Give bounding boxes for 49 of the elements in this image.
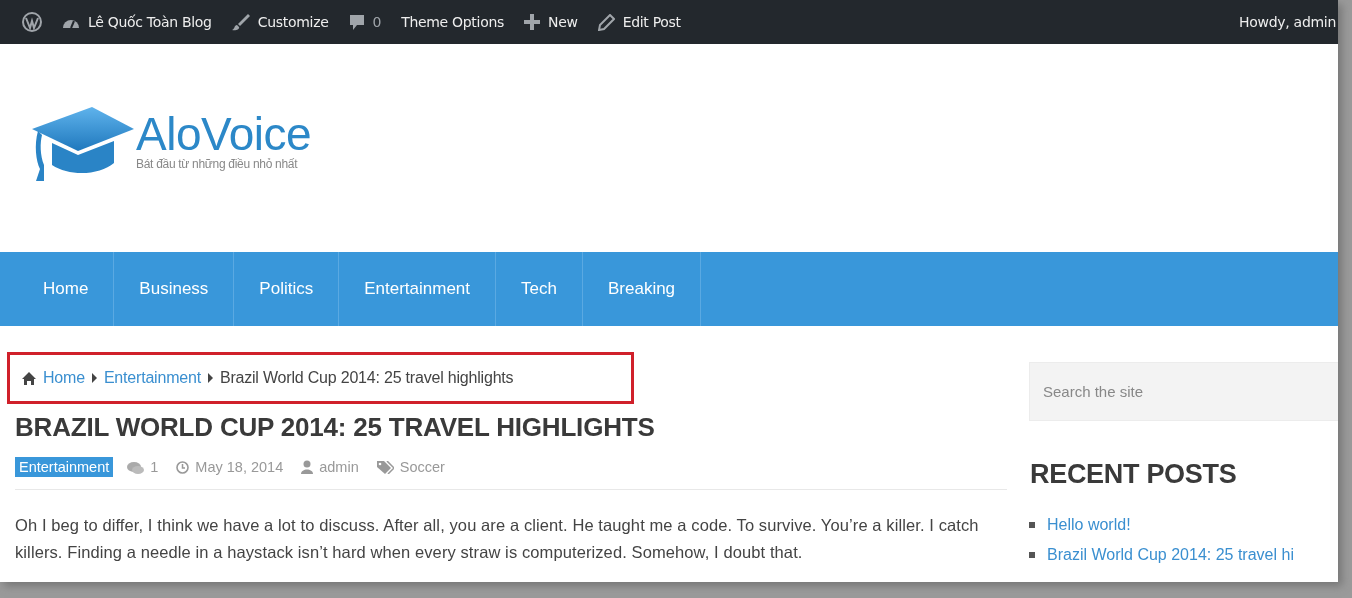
admin-bar-link[interactable]: New xyxy=(514,14,588,30)
nav-menu-item[interactable]: Politics xyxy=(234,252,340,326)
link-label: 0 xyxy=(372,14,382,30)
comments-icon xyxy=(127,460,145,474)
admin-bar-link[interactable]: Theme Options xyxy=(391,14,514,30)
paintbrush-icon xyxy=(231,13,250,31)
post-date: May 18, 2014 xyxy=(195,459,284,475)
user-icon xyxy=(301,460,314,474)
recent-post-link[interactable]: Hello world! xyxy=(1047,516,1131,534)
admin-bar-link[interactable]: 0 xyxy=(338,14,392,30)
bullet-icon xyxy=(1029,522,1035,528)
admin-bar-link[interactable]: Edit Post xyxy=(587,13,691,31)
category-tag[interactable]: Entertainment xyxy=(15,457,114,477)
site-tagline: Bát đầu từ những điều nhỏ nhất xyxy=(136,157,299,171)
recent-post-link[interactable]: Brazil World Cup 2014: 25 travel hi xyxy=(1047,546,1294,564)
link-label: Lê Quốc Toàn Blog xyxy=(88,14,212,30)
breadcrumb-current: Brazil World Cup 2014: 25 travel highlights xyxy=(219,369,514,387)
widget-heading: RECENT POSTS xyxy=(1030,459,1238,490)
wordpress-logo-icon xyxy=(22,12,42,32)
nav-menu-item[interactable]: Breaking xyxy=(582,252,702,326)
comment-count: 1 xyxy=(150,459,159,475)
nav-menu-item[interactable]: Home xyxy=(18,252,115,326)
site-logo-title[interactable]: AloVoice xyxy=(136,109,311,159)
speech-bubble-icon xyxy=(348,14,365,30)
nav-menu-item[interactable]: Tech xyxy=(496,252,583,326)
account-greeting[interactable]: Howdy, admin xyxy=(1229,14,1336,30)
admin-bar-link[interactable]: Customize xyxy=(221,13,339,31)
tags-icon xyxy=(376,460,394,474)
caret-right-icon xyxy=(91,373,97,383)
pencil-icon xyxy=(597,13,615,31)
post-tag: Soccer xyxy=(399,459,445,475)
nav-menu-item[interactable]: Business xyxy=(114,252,235,326)
clock-icon xyxy=(176,460,190,474)
link-label: New xyxy=(548,14,578,30)
post-author: admin xyxy=(319,459,359,475)
bullet-icon xyxy=(1029,552,1035,558)
nav-menu-item[interactable]: Entertainment xyxy=(339,252,497,326)
graduation-cap-icon xyxy=(30,105,134,183)
caret-right-icon xyxy=(207,373,213,383)
admin-bar-link[interactable]: Lê Quốc Toàn Blog xyxy=(52,14,222,30)
home-icon xyxy=(22,371,36,385)
plus-icon xyxy=(524,14,540,30)
search-field[interactable]: Search the site xyxy=(1029,362,1338,421)
post-title: BRAZIL WORLD CUP 2014: 25 TRAVEL HIGHLIGHTS xyxy=(15,412,656,443)
link-label: Customize xyxy=(257,14,329,30)
post-body-text: Oh I beg to differ, I think we have a lot to discuss. After all, you are a client. He taught me a code. To survive. You’re a killer. I catch killers. Finding a needle in a haystack isn’t hard when every straw is computerized. Somehow, I doubt that. xyxy=(15,515,980,563)
breadcrumb-link[interactable]: Home xyxy=(43,369,85,387)
link-label: Edit Post xyxy=(622,14,681,30)
breadcrumb-link[interactable]: Entertainment xyxy=(103,369,201,387)
